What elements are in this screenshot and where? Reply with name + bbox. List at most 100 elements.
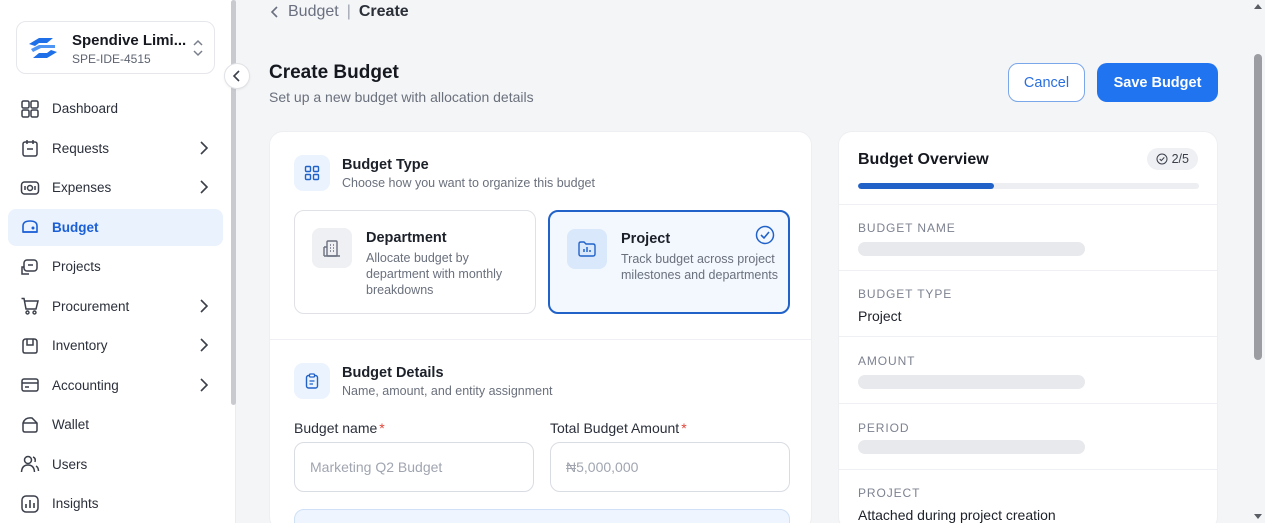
overview-skeleton [858, 440, 1085, 454]
section-divider [270, 339, 811, 340]
step-badge: 2/5 [1146, 148, 1198, 170]
overview-progress-fill [858, 183, 995, 189]
overview-label: BUDGET NAME [858, 221, 956, 235]
sidebar-item-dashboard[interactable]: Dashboard [8, 90, 223, 127]
sidebar: Spendive Limi... SPE-IDE-4515 Dashboard … [0, 0, 236, 523]
budget-type-option-project[interactable]: Project Track budget across project mile… [548, 210, 790, 314]
scroll-up-arrow-icon[interactable] [1254, 4, 1262, 9]
sidebar-item-inventory[interactable]: Inventory [8, 327, 223, 364]
expenses-icon [20, 178, 40, 198]
budget-name-input[interactable] [294, 442, 534, 492]
section-subtitle-budget-type: Choose how you want to organize this bud… [342, 176, 595, 190]
sidebar-item-accounting[interactable]: Accounting [8, 367, 223, 404]
sidebar-item-label: Procurement [52, 298, 130, 314]
insights-icon [20, 494, 40, 514]
dashboard-icon [20, 99, 40, 119]
overview-value: Project [858, 308, 902, 324]
overview-row-amount: AMOUNT [839, 336, 1217, 402]
breadcrumb: Budget | Create [270, 3, 409, 21]
wallet-icon [20, 415, 40, 435]
budget-form-card: Budget Type Choose how you want to organ… [269, 131, 812, 523]
org-name: Spendive Limi... [72, 32, 187, 49]
page-subtitle: Set up a new budget with allocation deta… [269, 89, 534, 105]
sidebar-item-wallet[interactable]: Wallet [8, 406, 223, 443]
chevron-right-icon [200, 298, 209, 313]
chevron-right-icon [200, 180, 209, 194]
option-title: Department [366, 230, 447, 246]
option-description: Track budget across project milestones a… [621, 252, 779, 282]
sidebar-item-users[interactable]: Users [8, 446, 223, 483]
breadcrumb-current: Create [358, 3, 409, 20]
sidebar-item-label: Dashboard [52, 101, 119, 116]
sidebar-item-label: Insights [52, 496, 99, 511]
sidebar-item-insights[interactable]: Insights [8, 485, 223, 522]
section-subtitle-budget-details: Name, amount, and entity assignment [342, 384, 553, 398]
sidebar-item-label: Inventory [52, 338, 108, 353]
section-title-budget-type: Budget Type [342, 157, 429, 173]
chevron-right-icon [200, 338, 209, 352]
chevron-left-icon[interactable] [270, 5, 280, 19]
sidebar-item-budget[interactable]: Budget [8, 208, 223, 246]
sidebar-item-label: Requests [52, 140, 110, 156]
org-id: SPE-IDE-4515 [72, 52, 151, 66]
grid-icon [294, 155, 330, 191]
breadcrumb-parent[interactable]: Budget [288, 3, 339, 21]
total-amount-label: Total Budget Amount * [550, 420, 687, 436]
check-circle-icon [755, 225, 775, 245]
inventory-icon [20, 336, 40, 356]
sidebar-item-label: Expenses [52, 180, 112, 195]
overview-value: Attached during project creation [858, 507, 1056, 523]
overview-progress-bar [858, 183, 1199, 189]
overview-skeleton [858, 375, 1085, 389]
chevron-right-icon [200, 377, 209, 392]
projects-icon [20, 257, 40, 277]
scrollbar-thumb[interactable] [1254, 54, 1262, 360]
building-icon [312, 228, 352, 268]
save-budget-button[interactable]: Save Budget [1097, 63, 1218, 102]
chevron-left-icon [232, 70, 240, 82]
info-box [294, 509, 790, 523]
sidebar-item-label: Accounting [52, 377, 119, 393]
users-icon [20, 454, 40, 474]
sidebar-scrollbar[interactable] [231, 0, 236, 405]
overview-label: AMOUNT [858, 354, 916, 368]
budget-icon [20, 217, 40, 237]
chevron-up-down-icon [193, 39, 203, 57]
total-amount-label-text: Total Budget Amount [550, 420, 680, 436]
accounting-icon [20, 375, 40, 395]
sidebar-item-label: Budget [52, 219, 99, 235]
sidebar-item-expenses[interactable]: Expenses [8, 169, 223, 206]
overview-label: PROJECT [858, 486, 921, 500]
sidebar-item-procurement[interactable]: Procurement [8, 288, 223, 325]
overview-title: Budget Overview [858, 151, 989, 168]
overview-label: BUDGET TYPE [858, 287, 953, 301]
overview-skeleton [858, 242, 1085, 256]
check-circle-icon [1156, 153, 1168, 165]
requests-icon [20, 138, 40, 158]
budget-type-option-department[interactable]: Department Allocate budget by department… [294, 210, 536, 314]
budget-name-label: Budget name * [294, 420, 385, 436]
sidebar-item-projects[interactable]: Projects [8, 248, 223, 285]
sidebar-item-label: Users [52, 456, 88, 472]
org-switcher[interactable]: Spendive Limi... SPE-IDE-4515 [16, 21, 215, 74]
overview-row-budget-name: BUDGET NAME [839, 204, 1217, 270]
overview-row-project: PROJECT Attached during project creation [839, 469, 1217, 523]
required-mark: * [681, 420, 687, 436]
sidebar-item-requests[interactable]: Requests [8, 130, 223, 167]
sidebar-item-label: Projects [52, 259, 101, 274]
page-scrollbar[interactable] [1251, 0, 1265, 523]
cancel-button[interactable]: Cancel [1008, 63, 1085, 102]
budget-name-label-text: Budget name [294, 420, 378, 436]
option-title: Project [621, 231, 671, 247]
overview-row-budget-type: BUDGET TYPE Project [839, 270, 1217, 336]
procurement-icon [20, 296, 40, 316]
page-title: Create Budget [269, 62, 399, 83]
sidebar-nav: Dashboard Requests Expenses Budget Proje… [8, 90, 223, 523]
overview-row-period: PERIOD [839, 403, 1217, 469]
project-chart-icon [567, 229, 607, 269]
option-description: Allocate budget by department with month… [366, 251, 503, 297]
collapse-sidebar-button[interactable] [224, 63, 250, 89]
chevron-right-icon [200, 140, 209, 155]
scroll-down-arrow-icon[interactable] [1254, 514, 1262, 519]
total-amount-input[interactable] [550, 442, 790, 492]
